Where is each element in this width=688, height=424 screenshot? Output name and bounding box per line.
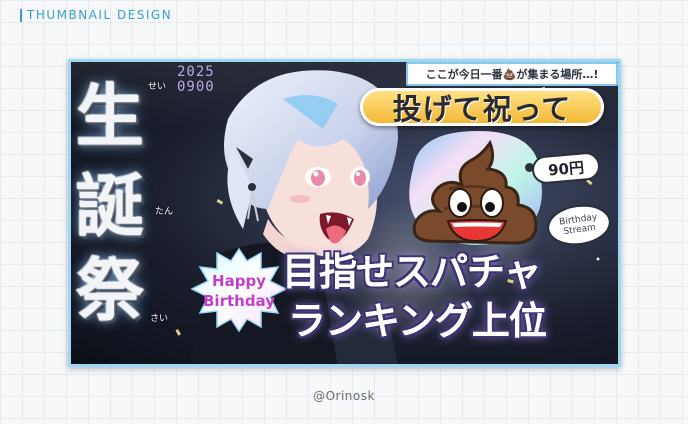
price-tag-text: 90円	[547, 157, 585, 180]
top-banner: ここが今日一番💩が集まる場所…!	[406, 62, 618, 86]
starburst-shape	[190, 247, 288, 333]
header-title: THUMBNAIL DESIGN	[27, 8, 173, 22]
birthday-text: Birthday	[203, 292, 275, 310]
ruby-sai: さい	[150, 314, 169, 324]
author-credit: @Orinosk	[313, 389, 375, 403]
headline-main-line-2: ランキング上位	[288, 299, 547, 343]
kanji-sei: 生	[76, 77, 145, 157]
section-header: THUMBNAIL DESIGN	[20, 8, 172, 22]
ruby-tan: たん	[155, 207, 174, 217]
date-day: 0900	[177, 79, 215, 95]
headline-top: 投げて祝って	[392, 92, 572, 126]
thumbnail-canvas: せい 生 たん 誕 さい 祭 2025 0900 ここが今日一番💩が集まる場所……	[68, 59, 621, 367]
ruby-sei: せい	[148, 82, 167, 92]
headline-top-plate: 投げて祝って	[360, 88, 604, 126]
header-accent-bar	[20, 8, 22, 22]
happy-text: Happy	[212, 272, 266, 290]
date-year: 2025	[177, 64, 215, 80]
top-banner-text: ここが今日一番💩が集まる場所…!	[425, 68, 599, 81]
poop-emoji-icon	[412, 139, 538, 245]
happy-birthday-burst: Happy Birthday	[190, 247, 288, 333]
kanji-tan: 誕	[76, 167, 145, 247]
kanji-sai: 祭	[76, 251, 145, 331]
headline-main-line-1: 目指せスパチャ	[282, 250, 542, 294]
